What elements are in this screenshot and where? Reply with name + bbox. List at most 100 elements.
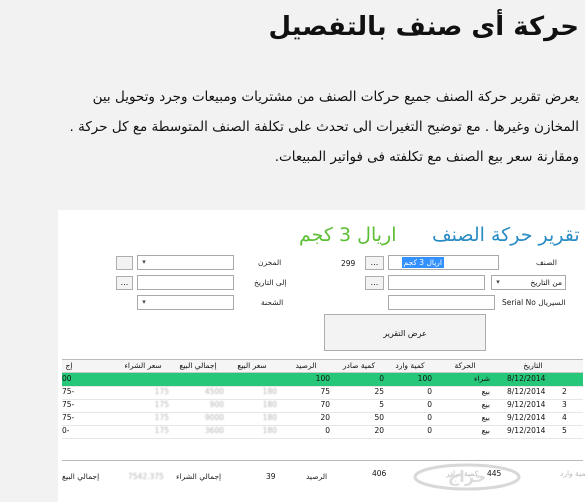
- cell-qty-in: 100: [417, 374, 432, 383]
- cell-sell-price: 180: [262, 387, 277, 396]
- cell-sell-total: 900: [209, 400, 224, 409]
- from-date-combo[interactable]: ▾ من التاريخ: [491, 275, 566, 290]
- from-date-input[interactable]: [388, 275, 485, 290]
- serial-input[interactable]: [388, 295, 495, 310]
- cell-date: 9/12/2014: [507, 400, 546, 409]
- report-item-title: اريال 3 كجم: [299, 224, 397, 246]
- cell-qty-out: 20: [374, 426, 384, 435]
- table-row[interactable]: 3 9/12/2014 بيع 0 5 70 180 900 175 75-: [62, 399, 583, 413]
- svg-text:حراج: حراج: [448, 467, 487, 486]
- footer-out-value: 406: [372, 469, 387, 478]
- item-movement-window: اريال 3 كجم تقرير حركة الصنف الصنف اريال…: [62, 222, 585, 502]
- cell-balance: 75: [320, 387, 330, 396]
- cell-buy-price: 175: [154, 400, 169, 409]
- report-title: تقرير حركة الصنف: [432, 224, 580, 246]
- table-row[interactable]: 5 9/12/2014 بيع 0 20 0 180 3600 175 0-: [62, 425, 583, 439]
- store-combo[interactable]: ▾: [137, 255, 234, 270]
- cell-row-number: 4: [562, 413, 567, 422]
- cell-sell-total: 9000: [204, 413, 224, 422]
- cell-sell-price: 180: [262, 413, 277, 422]
- header-sell-total[interactable]: إجمالي البيع: [172, 360, 224, 372]
- cell-qty-out: 5: [379, 400, 384, 409]
- header-qty-in[interactable]: كمية وارد: [388, 360, 432, 372]
- chevron-down-icon: ▾: [142, 258, 146, 266]
- footer-balance-value: 39: [266, 472, 276, 481]
- to-date-input[interactable]: [137, 275, 234, 290]
- item-input-value: اريال 3 كجم: [401, 257, 444, 268]
- cell-date: 8/12/2014: [507, 374, 546, 383]
- cell-balance: 20: [320, 413, 330, 422]
- table-row[interactable]: 8/12/2014 شراء 100 0 100 00: [62, 373, 583, 387]
- cell-buy-price: 175: [154, 426, 169, 435]
- from-date-label: من التاريخ: [530, 278, 562, 287]
- cell-balance: 70: [320, 400, 330, 409]
- cell-qty-out: 50: [374, 413, 384, 422]
- description-line-2: المخازن وغيرها . مع توضيح التغيرات الى ت…: [69, 119, 579, 135]
- from-date-picker-button[interactable]: ...: [365, 276, 384, 290]
- item-input[interactable]: اريال 3 كجم: [388, 255, 499, 270]
- chevron-down-icon: ▾: [496, 278, 500, 286]
- header-buy-price[interactable]: سعر الشراء: [117, 360, 169, 372]
- cell-qty-out: 25: [374, 387, 384, 396]
- table-row[interactable]: 4 9/12/2014 بيع 0 50 20 180 9000 175 75-: [62, 412, 583, 426]
- show-report-button[interactable]: عرض التقرير: [324, 314, 486, 351]
- footer-buy-total-label: إجمالي الشراء: [176, 472, 222, 481]
- cell-sell-price: 180: [262, 400, 277, 409]
- cell-sell-total: 4500: [204, 387, 224, 396]
- cell-total: 75-: [62, 387, 75, 396]
- cell-balance: 100: [315, 374, 330, 383]
- cell-sell-price: 180: [262, 426, 277, 435]
- header-balance[interactable]: الرصيد: [282, 360, 330, 372]
- cell-date: 9/12/2014: [507, 413, 546, 422]
- description-line-1: يعرض تقرير حركة الصنف جميع حركات الصنف م…: [92, 89, 579, 105]
- footer-in-label: كمية وارد: [560, 469, 585, 478]
- cell-movement: شراء: [473, 374, 490, 383]
- cell-qty-out: 0: [379, 374, 384, 383]
- cell-total: 0-: [62, 426, 70, 435]
- table-row[interactable]: 2 8/12/2014 بيع 0 25 75 180 4500 175 75-: [62, 386, 583, 400]
- chevron-down-icon: ▾: [142, 298, 146, 306]
- cell-movement: بيع: [481, 400, 490, 409]
- serial-label: السيريال Serial No: [502, 298, 566, 307]
- cell-buy-price: 175: [154, 413, 169, 422]
- cell-date: 9/12/2014: [507, 426, 546, 435]
- cell-total: 75-: [62, 413, 75, 422]
- cell-balance: 0: [325, 426, 330, 435]
- shipment-combo[interactable]: ▾: [137, 295, 234, 310]
- cell-movement: بيع: [481, 426, 490, 435]
- footer-sell-total-label: إجمالي البيع: [62, 472, 100, 481]
- cell-row-number: 2: [562, 387, 567, 396]
- report-screenshot: اريال 3 كجم تقرير حركة الصنف الصنف اريال…: [58, 210, 585, 502]
- cell-row-number: 5: [562, 426, 567, 435]
- cell-qty-in: 0: [427, 387, 432, 396]
- cell-sell-price: [227, 373, 277, 385]
- item-browse-button[interactable]: ...: [365, 256, 384, 270]
- cell-date: 8/12/2014: [507, 387, 546, 396]
- cell-row-number: 3: [562, 400, 567, 409]
- item-code: 299: [341, 259, 356, 268]
- article-header: حركة أى صنف بالتفصيل يعرض تقرير حركة الص…: [0, 0, 585, 210]
- cell-sell-total: [172, 373, 224, 385]
- item-label: الصنف: [536, 258, 557, 267]
- to-date-picker-button[interactable]: ...: [116, 276, 133, 290]
- footer-balance-label: الرصيد: [306, 472, 328, 481]
- cell-movement: بيع: [481, 387, 490, 396]
- store-label: المخزن: [258, 258, 282, 267]
- movement-table[interactable]: التاريخ الحركة كمية وارد كمية صادر الرصي…: [62, 359, 583, 461]
- header-movement[interactable]: الحركة: [440, 360, 490, 372]
- footer-buy-total-value: 7542.375: [128, 472, 164, 481]
- header-qty-out[interactable]: كمية صادر: [334, 360, 384, 372]
- store-browse-button[interactable]: [116, 256, 133, 270]
- cell-movement: بيع: [481, 413, 490, 422]
- header-date[interactable]: التاريخ: [507, 360, 559, 372]
- cell-row-number: [562, 373, 580, 385]
- to-date-label: إلى التاريخ: [254, 278, 287, 287]
- cell-total: 00: [62, 374, 72, 383]
- cell-qty-in: 0: [427, 426, 432, 435]
- description-line-3: ومقارنة سعر بيع الصنف مع تكلفته فى فواتي…: [274, 149, 579, 165]
- cell-qty-in: 0: [427, 413, 432, 422]
- cell-qty-in: 0: [427, 400, 432, 409]
- header-total[interactable]: إج: [62, 360, 76, 372]
- table-header: التاريخ الحركة كمية وارد كمية صادر الرصي…: [62, 360, 583, 373]
- header-sell-price[interactable]: سعر البيع: [227, 360, 277, 372]
